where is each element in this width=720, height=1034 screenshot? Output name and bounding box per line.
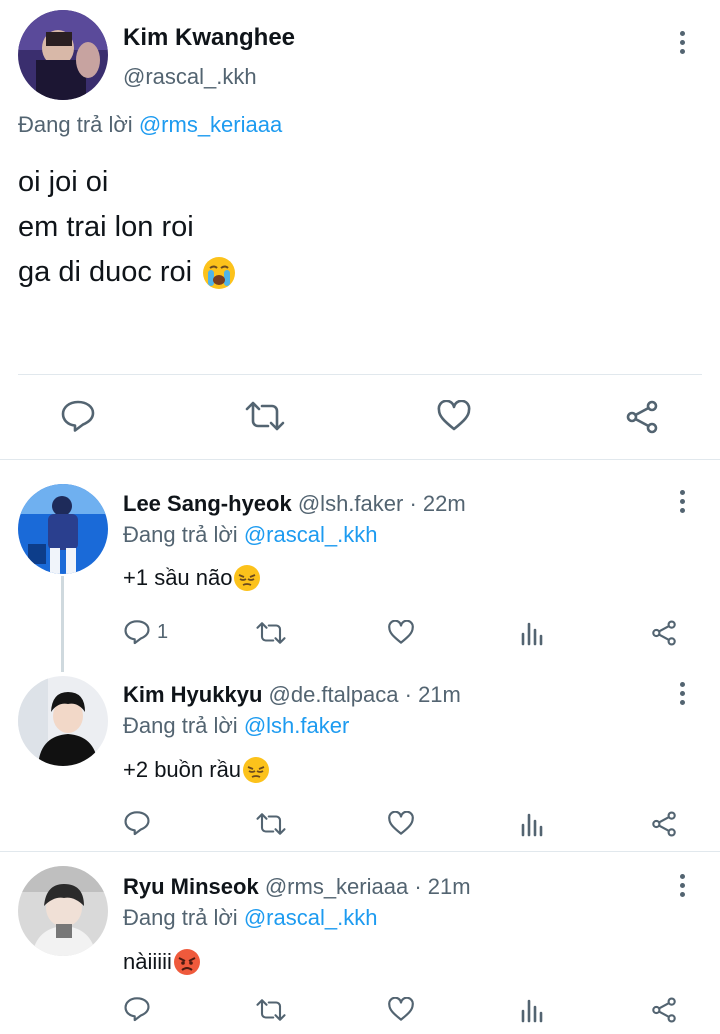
- share-button[interactable]: [624, 400, 660, 434]
- thread-line: [61, 576, 64, 672]
- reply-button[interactable]: [123, 810, 151, 836]
- pensive-face-icon: [233, 564, 261, 592]
- reply-icon: [123, 810, 151, 836]
- loudly-crying-face-icon: [202, 256, 236, 290]
- replying-to-line: Đang trả lời @rascal_.kkh: [123, 522, 377, 548]
- tweet-line: ga di duoc roi: [18, 256, 193, 288]
- analytics-icon: [520, 811, 544, 837]
- share-icon: [650, 620, 678, 646]
- reply-header: Ryu Minseok @rms_keriaaa · 21m: [123, 874, 471, 900]
- retweet-button[interactable]: [256, 997, 286, 1023]
- retweet-button[interactable]: [256, 811, 286, 837]
- reply-text: +2 buồn rầu: [123, 756, 270, 784]
- replying-prefix: Đang trả lời: [123, 905, 238, 930]
- more-options-icon[interactable]: [680, 31, 686, 58]
- heart-icon: [436, 400, 472, 432]
- avatar[interactable]: [18, 866, 108, 956]
- reply-icon: [123, 996, 151, 1022]
- author-name[interactable]: Kim Kwanghee: [123, 24, 295, 52]
- share-button[interactable]: [650, 997, 678, 1023]
- divider: [0, 851, 720, 852]
- replying-to-link[interactable]: @rms_keriaaa: [139, 112, 282, 137]
- heart-icon: [387, 811, 415, 836]
- reply-text-content: nàiiiii: [123, 949, 172, 974]
- replying-to-link[interactable]: @rascal_.kkh: [244, 905, 378, 930]
- retweet-icon: [256, 811, 286, 837]
- analytics-icon: [520, 620, 544, 646]
- pensive-face-icon: [242, 756, 270, 784]
- share-icon: [624, 400, 660, 434]
- angry-face-icon: [173, 948, 201, 976]
- replying-to-line: Đang trả lời @rms_keriaaa: [18, 112, 282, 138]
- avatar[interactable]: [18, 676, 108, 766]
- analytics-button[interactable]: [520, 811, 544, 837]
- analytics-button[interactable]: [520, 997, 544, 1023]
- reply-button[interactable]: [123, 996, 151, 1022]
- reply-time[interactable]: · 22m: [409, 491, 465, 516]
- author-avatar[interactable]: [18, 10, 108, 100]
- reply-text: +1 sầu não: [123, 564, 261, 592]
- reply-icon: [123, 619, 151, 645]
- replying-prefix: Đang trả lời: [18, 112, 133, 137]
- retweet-icon: [256, 620, 286, 646]
- share-icon: [650, 811, 678, 837]
- share-icon: [650, 997, 678, 1023]
- replying-to-line: Đang trả lời @rascal_.kkh: [123, 905, 377, 931]
- replying-to-line: Đang trả lời @lsh.faker: [123, 713, 349, 739]
- replying-prefix: Đang trả lời: [123, 713, 238, 738]
- analytics-icon: [520, 997, 544, 1023]
- share-button[interactable]: [650, 620, 678, 646]
- retweet-button[interactable]: [256, 620, 286, 646]
- tweet-line: oi joi oi: [18, 166, 109, 198]
- reply-time[interactable]: · 21m: [405, 682, 461, 707]
- heart-icon: [387, 620, 415, 645]
- like-button[interactable]: [387, 811, 415, 836]
- tweet-line: em trai lon roi: [18, 211, 194, 243]
- reply-text-content: +1 sầu não: [123, 565, 233, 590]
- reply-text-content: +2 buồn rầu: [123, 757, 242, 782]
- more-options-icon[interactable]: [680, 682, 686, 709]
- tweet-text: oi joi oi em trai lon roi ga di duoc roi: [18, 160, 236, 295]
- retweet-icon: [245, 399, 285, 433]
- author-handle[interactable]: @rascal_.kkh: [123, 64, 257, 90]
- reply-author-name[interactable]: Lee Sang-hyeok: [123, 491, 292, 516]
- reply-header: Kim Hyukkyu @de.ftalpaca · 21m: [123, 682, 461, 708]
- reply-author-handle[interactable]: @lsh.faker: [298, 491, 403, 516]
- share-button[interactable]: [650, 811, 678, 837]
- like-button[interactable]: [387, 997, 415, 1022]
- reply-author-name[interactable]: Ryu Minseok: [123, 874, 259, 899]
- reply-button[interactable]: 1: [123, 619, 168, 645]
- replying-prefix: Đang trả lời: [123, 522, 238, 547]
- more-options-icon[interactable]: [680, 874, 686, 901]
- reply-time[interactable]: · 21m: [414, 874, 470, 899]
- divider: [18, 374, 702, 375]
- reply-text: nàiiiii: [123, 948, 201, 976]
- reply-button[interactable]: [60, 399, 96, 433]
- retweet-icon: [256, 997, 286, 1023]
- reply-count: 1: [157, 620, 169, 643]
- reply-author-name[interactable]: Kim Hyukkyu: [123, 682, 262, 707]
- like-button[interactable]: [436, 400, 472, 432]
- reply-icon: [60, 399, 96, 433]
- analytics-button[interactable]: [520, 620, 544, 646]
- like-button[interactable]: [387, 620, 415, 645]
- more-options-icon[interactable]: [680, 490, 686, 517]
- heart-icon: [387, 997, 415, 1022]
- retweet-button[interactable]: [245, 399, 285, 433]
- divider: [0, 459, 720, 460]
- replying-to-link[interactable]: @lsh.faker: [244, 713, 349, 738]
- reply-author-handle[interactable]: @de.ftalpaca: [269, 682, 399, 707]
- reply-author-handle[interactable]: @rms_keriaaa: [265, 874, 408, 899]
- reply-header: Lee Sang-hyeok @lsh.faker · 22m: [123, 491, 466, 517]
- avatar[interactable]: [18, 484, 108, 574]
- replying-to-link[interactable]: @rascal_.kkh: [244, 522, 378, 547]
